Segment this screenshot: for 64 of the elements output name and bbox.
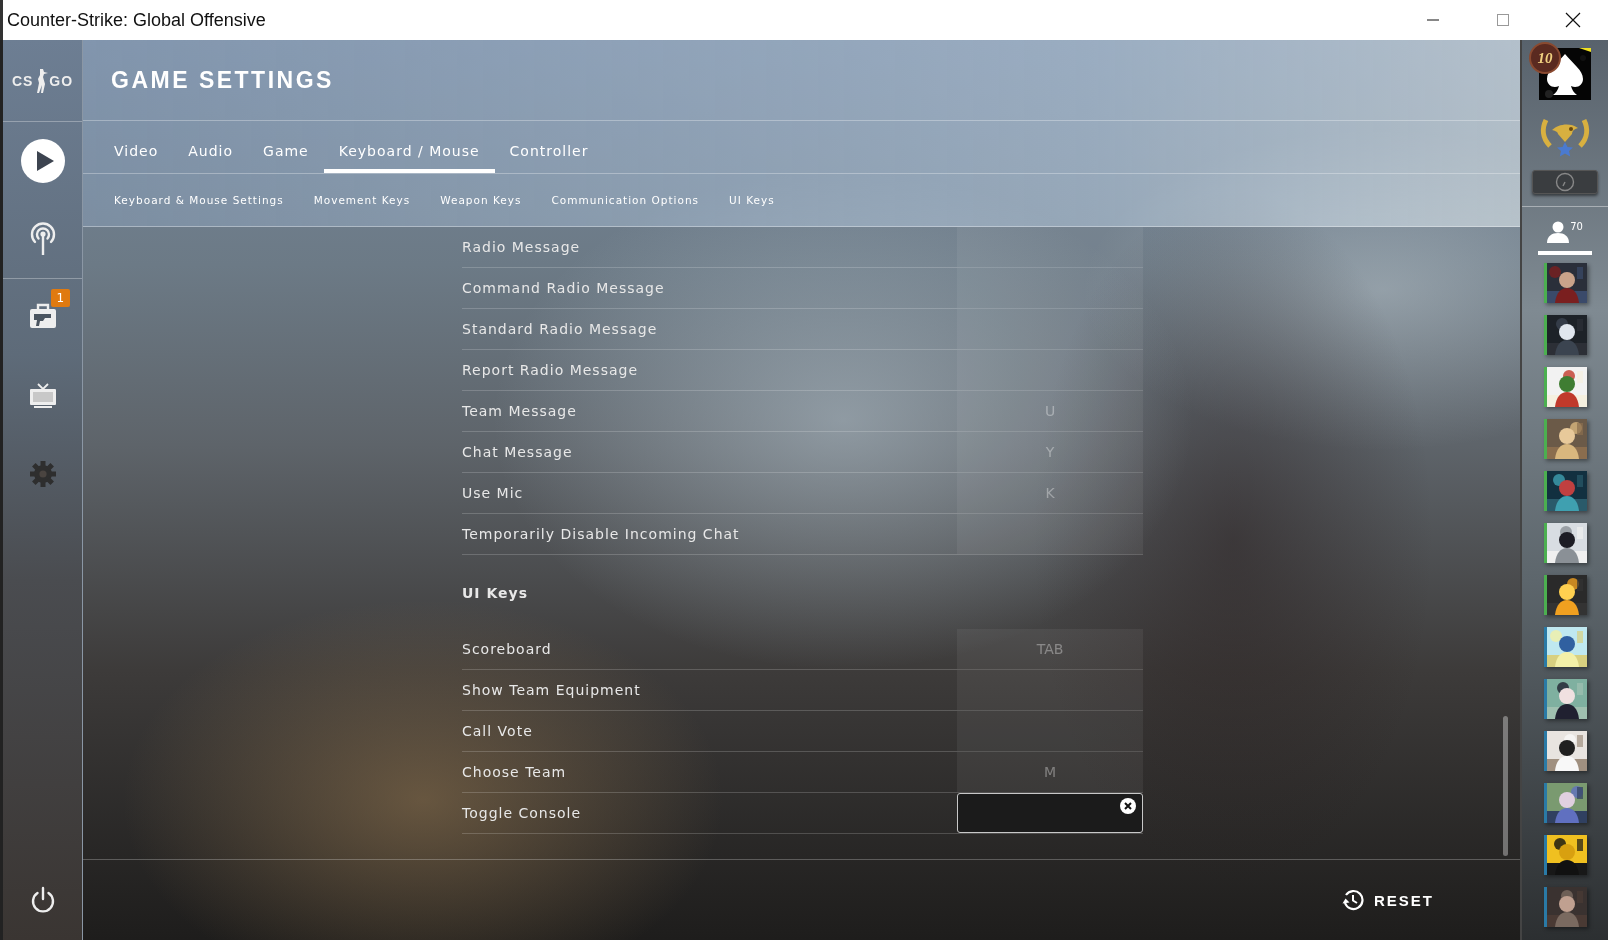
binding-label: Command Radio Message: [462, 280, 666, 296]
section-link[interactable]: Weapon Keys: [427, 190, 535, 210]
notification-badge: 1: [50, 289, 71, 307]
friend-avatar[interactable]: [1543, 783, 1587, 823]
history-icon: [1342, 889, 1364, 911]
game-logo[interactable]: CS GO: [3, 40, 82, 122]
clock-icon: [1555, 172, 1575, 192]
binding-label: Call Vote: [462, 723, 534, 739]
reset-button[interactable]: RESET: [1336, 888, 1440, 912]
window-title: Counter-Strike: Global Offensive: [6, 9, 266, 31]
page-title: GAME SETTINGS: [111, 66, 334, 94]
tv-icon[interactable]: [28, 383, 57, 409]
settings-tab[interactable]: Keyboard / Mouse: [323, 121, 495, 173]
play-icon: [34, 150, 55, 172]
binding-label: Scoreboard: [462, 641, 553, 657]
key-binding-field[interactable]: TAB: [957, 629, 1143, 669]
clock-button[interactable]: [1532, 170, 1598, 194]
friend-avatar[interactable]: [1543, 679, 1587, 719]
section-link[interactable]: Movement Keys: [300, 190, 424, 210]
binding-label: Toggle Console: [462, 805, 583, 821]
settings-tab[interactable]: Audio: [173, 121, 249, 173]
section-link[interactable]: Communication Options: [538, 190, 713, 210]
binding-label: Temporarily Disable Incoming Chat: [462, 526, 741, 542]
binding-label: Report Radio Message: [462, 362, 639, 378]
binding-label: Standard Radio Message: [462, 321, 659, 337]
close-icon: [1565, 12, 1581, 28]
friend-avatar[interactable]: [1543, 835, 1587, 875]
binding-label: Use Mic: [462, 485, 525, 501]
settings-tab[interactable]: Video: [99, 121, 174, 173]
friend-avatar[interactable]: [1543, 575, 1587, 615]
power-icon[interactable]: [29, 886, 56, 914]
binding-label: Chat Message: [462, 444, 574, 460]
friends-tab[interactable]: 70: [1538, 221, 1592, 255]
key-input-field[interactable]: [957, 793, 1143, 833]
friend-avatar[interactable]: [1543, 315, 1587, 355]
binding-label: Show Team Equipment: [462, 682, 642, 698]
level-badge: 10: [1529, 42, 1561, 74]
key-binding-field[interactable]: [957, 227, 1143, 267]
settings-tab[interactable]: Game: [248, 121, 324, 173]
play-button[interactable]: [20, 139, 65, 183]
briefcase-icon[interactable]: [28, 303, 57, 329]
binding-label: Team Message: [462, 403, 578, 419]
scrollbar[interactable]: [1503, 716, 1508, 856]
key-binding-field[interactable]: [957, 350, 1143, 390]
clear-icon[interactable]: [1120, 798, 1136, 814]
section-link[interactable]: UI Keys: [716, 190, 788, 210]
friend-avatar[interactable]: [1543, 523, 1587, 563]
maximize-icon: [1496, 13, 1510, 27]
key-binding-field[interactable]: [957, 514, 1143, 554]
binding-label: Radio Message: [462, 239, 582, 255]
key-binding-field[interactable]: [957, 268, 1143, 308]
section-heading: UI Keys: [462, 585, 529, 603]
section-link[interactable]: Keyboard & Mouse Settings: [101, 190, 297, 210]
person-icon: [1547, 221, 1570, 243]
key-binding-field[interactable]: [957, 309, 1143, 349]
settings-tab[interactable]: Controller: [494, 121, 604, 173]
friend-avatar[interactable]: [1543, 731, 1587, 771]
friend-count: 70: [1570, 221, 1583, 232]
key-binding-field[interactable]: [957, 711, 1143, 751]
key-binding-field[interactable]: [957, 670, 1143, 710]
key-binding-field[interactable]: M: [957, 752, 1143, 792]
friend-avatar[interactable]: [1543, 263, 1587, 303]
binding-label: Choose Team: [462, 764, 568, 780]
friend-avatar[interactable]: [1543, 627, 1587, 667]
